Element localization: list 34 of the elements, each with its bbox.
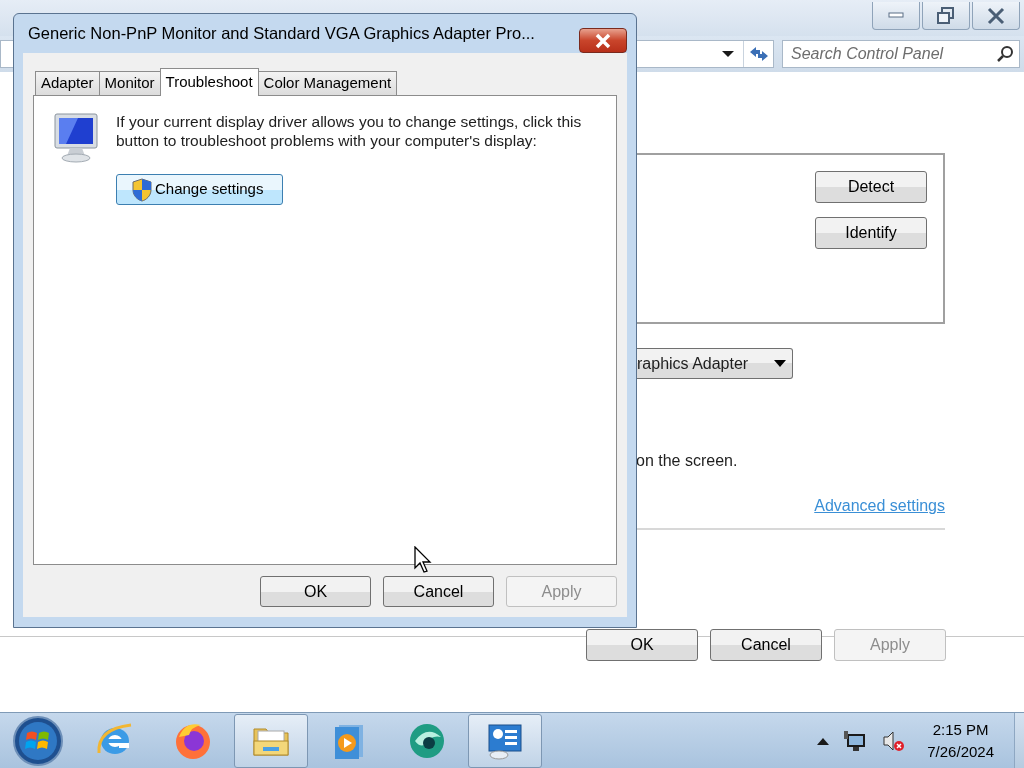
advanced-settings-link[interactable]: Advanced settings <box>814 494 945 518</box>
dropdown-arrow-icon[interactable] <box>721 50 735 58</box>
dialog-button[interactable]: Cancel <box>383 576 494 607</box>
dialog-button[interactable]: OK <box>260 576 371 607</box>
restore-button[interactable] <box>922 2 970 30</box>
window-title: Generic Non-PnP Monitor and Standard VGA Graphics Adapter Pro... <box>27 23 535 45</box>
caret-icon[interactable] <box>774 359 786 368</box>
change-settings-button[interactable]: Change settings <box>116 174 283 205</box>
monitor-icon <box>52 112 100 164</box>
taskbar-button[interactable] <box>468 713 542 768</box>
message-text: If your current display driver allows you to change settings, click this button to troubleshoot problems with your computer's display: <box>116 112 583 150</box>
adapter-dropdown[interactable]: raphics Adapter <box>636 348 793 379</box>
show-hidden-icons-button[interactable] <box>817 736 830 745</box>
panel-button[interactable]: Identify <box>815 217 927 249</box>
note-text: on the screen. <box>636 451 739 471</box>
tab[interactable]: Monitor <box>98 71 161 95</box>
start-button[interactable] <box>12 714 64 767</box>
close-button[interactable] <box>972 2 1020 30</box>
tab[interactable]: Color Management <box>257 71 398 95</box>
dialog-button[interactable]: Cancel <box>710 629 822 661</box>
panel-button[interactable]: Detect <box>815 171 927 203</box>
close-icon[interactable] <box>593 32 613 49</box>
tab[interactable]: Adapter <box>35 71 100 95</box>
clock-time[interactable]: 2:15 PM <box>932 718 989 741</box>
clock-date[interactable]: 7/26/2024 <box>927 740 994 763</box>
close-button[interactable] <box>579 28 627 53</box>
shield-icon <box>131 177 153 202</box>
close-icon[interactable] <box>985 5 1007 26</box>
tab[interactable]: Troubleshoot <box>159 68 259 96</box>
restore-icon[interactable] <box>935 5 957 26</box>
search-icon[interactable] <box>996 45 1014 63</box>
search-field[interactable]: Search Control Panel <box>782 40 1020 68</box>
dialog-button[interactable]: OK <box>586 629 698 661</box>
network-icon[interactable] <box>843 728 868 753</box>
